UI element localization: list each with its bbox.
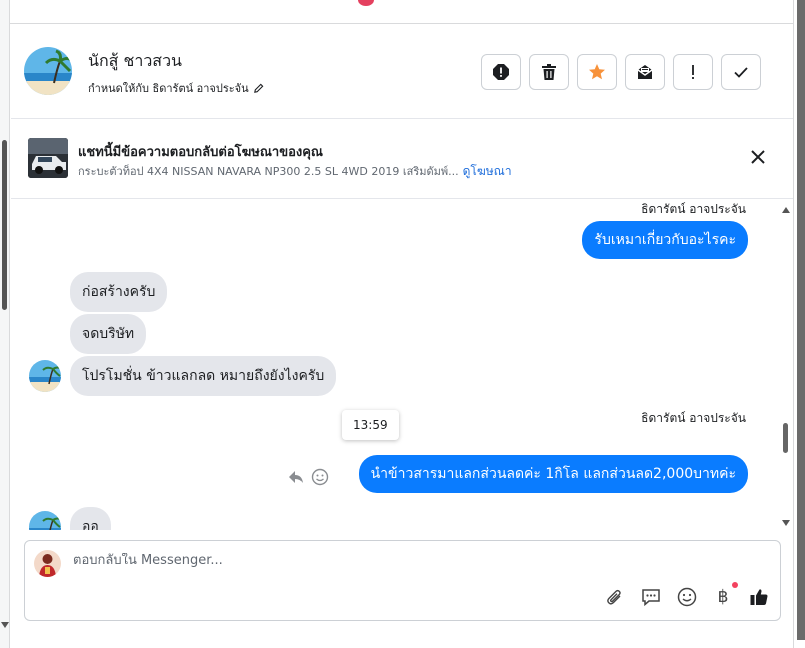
- scroll-up-arrow[interactable]: [782, 207, 790, 213]
- assignee-label[interactable]: กำหนดให้กับ ธิดารัตน์ อาจประจัน: [88, 79, 264, 97]
- mark-done-button[interactable]: [721, 54, 761, 90]
- sender-name: ธิดารัตน์ อาจประจัน: [641, 411, 746, 425]
- mark-spam-button[interactable]: [481, 54, 521, 90]
- react-emoji-icon[interactable]: [311, 468, 329, 486]
- delete-button[interactable]: [529, 54, 569, 90]
- done-icon: [734, 67, 748, 78]
- notification-dot: [358, 0, 374, 6]
- incoming-message[interactable]: จดบริษัท: [70, 314, 147, 354]
- conversation-header: นักสู้ ชาวสวน กำหนดให้กับ ธิดารัตน์ อาจป…: [11, 25, 793, 119]
- page-avatar: [34, 550, 61, 577]
- top-strip: [0, 0, 805, 24]
- composer-tools: ฿: [604, 582, 770, 608]
- contact-avatar-small: [29, 360, 61, 392]
- assignee-text: กำหนดให้กับ ธิดารัตน์ อาจประจัน: [88, 82, 249, 95]
- payment-button[interactable]: ฿: [712, 582, 738, 608]
- mark-unread-button[interactable]: [625, 54, 665, 90]
- payment-icon: ฿: [717, 587, 729, 607]
- contact-avatar[interactable]: [24, 47, 72, 95]
- ad-thumbnail[interactable]: [28, 138, 68, 178]
- ad-title-text: กระบะตัวท็อป 4X4 NISSAN NAVARA NP300 2.5…: [78, 165, 459, 178]
- payment-badge: [732, 582, 738, 588]
- message-hover-actions: [287, 468, 329, 486]
- attach-button[interactable]: [604, 586, 626, 608]
- sender-name: ธิดารัตน์ อาจประจัน: [641, 202, 746, 216]
- incoming-message[interactable]: ออ: [70, 507, 111, 530]
- scroll-down-arrow[interactable]: [782, 520, 790, 526]
- incoming-message[interactable]: โปรโมชั่น ข้าวแลกลด หมายถึงยังไงครับ: [70, 356, 337, 396]
- scrollbar-thumb[interactable]: [783, 423, 788, 453]
- emoji-button[interactable]: [676, 586, 698, 608]
- pencil-icon[interactable]: [253, 83, 264, 94]
- emoji-icon: [677, 587, 697, 607]
- message-list[interactable]: ธิดารัตน์ อาจประจัน รับเหมาเกี่ยวกับอะไร…: [11, 200, 793, 530]
- window-edge: [793, 0, 805, 648]
- saved-replies-button[interactable]: [640, 586, 662, 608]
- conversation-panel: นักสู้ ชาวสวน กำหนดให้กับ ธิดารัตน์ อาจป…: [11, 25, 793, 643]
- contact-avatar-small: [29, 511, 61, 530]
- view-ad-link[interactable]: ดูโฆษณา: [463, 164, 512, 178]
- left-scrollbar[interactable]: [0, 0, 10, 648]
- like-icon: [750, 589, 768, 605]
- header-actions: [481, 54, 761, 90]
- close-icon[interactable]: [749, 148, 767, 166]
- follow-up-button[interactable]: [673, 54, 713, 90]
- ad-banner-title: แชทนี้มีข้อความตอบกลับต่อโฆษณาของคุณ: [78, 145, 323, 160]
- spam-icon: [493, 64, 509, 80]
- left-scroll-down-arrow[interactable]: [1, 622, 9, 628]
- outgoing-message[interactable]: นำข้าวสารมาแลกส่วนลดค่ะ 1กิโล แลกส่วนลด2…: [358, 455, 748, 493]
- ad-reply-banner: แชทนี้มีข้อความตอบกลับต่อโฆษณาของคุณ กระ…: [11, 120, 793, 199]
- message-scrollbar[interactable]: [781, 203, 791, 528]
- timestamp-tooltip: 13:59: [342, 410, 399, 440]
- incoming-message[interactable]: ก่อสร้างครับ: [70, 272, 168, 312]
- attach-icon: [607, 589, 621, 605]
- star-icon: [589, 64, 605, 80]
- star-button[interactable]: [577, 54, 617, 90]
- like-button[interactable]: [748, 586, 770, 608]
- mark-unread-icon: [637, 65, 653, 79]
- contact-name: นักสู้ ชาวสวน: [88, 51, 182, 70]
- saved-replies-icon: [642, 589, 660, 607]
- trash-icon: [542, 64, 556, 80]
- left-scrollbar-thumb[interactable]: [2, 140, 7, 310]
- reply-input[interactable]: [73, 553, 573, 568]
- reply-composer: ฿: [24, 540, 781, 621]
- outgoing-message[interactable]: รับเหมาเกี่ยวกับอะไรคะ: [582, 221, 748, 259]
- reply-icon[interactable]: [287, 468, 305, 486]
- ad-banner-subtitle: กระบะตัวท็อป 4X4 NISSAN NAVARA NP300 2.5…: [78, 162, 512, 181]
- important-icon: [692, 65, 694, 79]
